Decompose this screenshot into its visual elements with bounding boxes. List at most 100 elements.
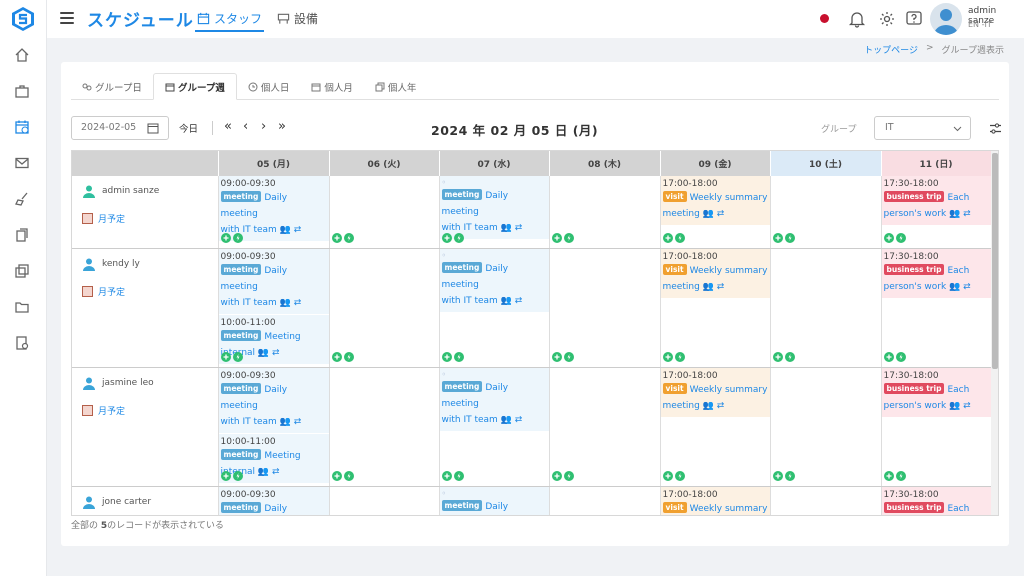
tab-group-day[interactable]: グループ日 [71, 73, 153, 100]
menu-icon[interactable] [60, 12, 74, 24]
mail-icon[interactable] [12, 153, 32, 173]
today-button[interactable]: 今日 [179, 121, 198, 135]
prev-week-button[interactable]: « [224, 119, 232, 134]
day-cell[interactable]: 17:00-18:00 visit Weekly summary meeting … [660, 176, 771, 249]
quick-add-icon[interactable] [895, 351, 906, 362]
next-day-button[interactable]: › [261, 119, 266, 134]
filter-settings-icon[interactable] [989, 122, 1002, 135]
day-cell[interactable]: 17:30-18:00 business trip Each person's w… [881, 176, 992, 249]
quick-add-icon[interactable] [674, 232, 685, 243]
group-select[interactable]: IT [874, 116, 971, 140]
day-cell[interactable] [329, 176, 440, 249]
quick-add-icon[interactable] [453, 470, 464, 481]
day-cell[interactable]: 09:00-09:30 meetingDaily meeting [218, 486, 330, 515]
folder-icon[interactable] [12, 297, 32, 317]
user-entry[interactable]: admin sanze [82, 184, 218, 198]
event[interactable]: 17:30-18:00 business trip Each person's w… [881, 176, 991, 225]
event[interactable]: ◦ meeting Daily meeting with IT team 👥 ⇄ [439, 367, 549, 431]
quick-add-icon[interactable] [232, 470, 243, 481]
day-cell[interactable] [329, 248, 440, 368]
files-icon[interactable] [12, 261, 32, 281]
breadcrumb-home[interactable]: トップページ [864, 43, 918, 56]
tab-personal-year[interactable]: 個人年 [364, 73, 428, 100]
home-icon[interactable] [12, 45, 32, 65]
add-icon[interactable] [883, 470, 894, 481]
add-icon[interactable] [772, 470, 783, 481]
quick-add-icon[interactable] [784, 351, 795, 362]
day-cell[interactable] [549, 486, 661, 515]
event[interactable]: 17:30-18:00 business trip Each person's w… [881, 248, 991, 298]
add-icon[interactable] [441, 470, 452, 481]
day-cell[interactable] [770, 367, 882, 487]
add-icon[interactable] [441, 351, 452, 362]
day-cell[interactable]: 17:00-18:00 visit Weekly summary [660, 486, 771, 515]
day-cell[interactable] [549, 248, 661, 368]
event[interactable]: ◦ meeting Daily meeting with IT team 👥 ⇄ [439, 248, 549, 312]
user-entry[interactable]: jone carter [82, 495, 218, 509]
event[interactable]: 09:00-09:30 meeting Daily meeting with IT… [218, 367, 329, 433]
quick-add-icon[interactable] [563, 232, 574, 243]
next-week-button[interactable]: » [278, 119, 286, 134]
add-icon[interactable] [220, 470, 231, 481]
month-plan-link[interactable]: 月予定 [82, 212, 218, 225]
gear-icon[interactable] [878, 10, 896, 28]
add-icon[interactable] [331, 351, 342, 362]
avatar[interactable] [930, 3, 962, 35]
calendar-icon[interactable] [147, 122, 159, 134]
quick-add-icon[interactable] [343, 232, 354, 243]
prev-day-button[interactable]: ‹ [243, 119, 248, 134]
day-cell[interactable]: 17:00-18:00 visit Weekly summary meeting … [660, 367, 771, 487]
add-icon[interactable] [220, 232, 231, 243]
event[interactable]: 17:30-18:00 business trip Each person's w… [881, 367, 991, 417]
quick-add-icon[interactable] [453, 232, 464, 243]
add-icon[interactable] [772, 232, 783, 243]
day-cell[interactable]: 09:00-09:30 meeting Daily meeting with IT… [218, 367, 330, 487]
event[interactable]: 09:00-09:30 meeting Daily meeting with IT… [218, 248, 329, 314]
nav-staff-tab[interactable]: スタッフ [195, 10, 265, 32]
add-icon[interactable] [441, 232, 452, 243]
event[interactable]: 17:00-18:00 visit Weekly summary meeting … [660, 248, 770, 298]
tab-personal-day[interactable]: 個人日 [237, 73, 301, 100]
quick-add-icon[interactable] [784, 470, 795, 481]
event[interactable]: 17:00-18:00 visit Weekly summary meeting … [660, 176, 770, 225]
event[interactable]: ◦ meetingDaily meeting [439, 486, 549, 515]
quick-add-icon[interactable] [895, 470, 906, 481]
quick-add-icon[interactable] [895, 232, 906, 243]
broom-icon[interactable] [12, 189, 32, 209]
quick-add-icon[interactable] [674, 351, 685, 362]
add-icon[interactable] [883, 232, 894, 243]
quick-add-icon[interactable] [784, 232, 795, 243]
language-flag-icon[interactable] [820, 14, 829, 23]
quick-add-icon[interactable] [343, 470, 354, 481]
quick-add-icon[interactable] [343, 351, 354, 362]
add-icon[interactable] [551, 470, 562, 481]
day-cell[interactable] [329, 367, 440, 487]
scrollbar-thumb[interactable] [992, 153, 998, 369]
user-entry[interactable]: kendy ly [82, 257, 218, 271]
add-icon[interactable] [331, 232, 342, 243]
day-cell[interactable]: ◦ meetingDaily meeting [439, 486, 550, 515]
tab-group-week[interactable]: グループ週 [152, 73, 237, 100]
quick-add-icon[interactable] [232, 351, 243, 362]
add-icon[interactable] [331, 470, 342, 481]
quick-add-icon[interactable] [563, 351, 574, 362]
day-cell[interactable]: 17:00-18:00 visit Weekly summary meeting … [660, 248, 771, 368]
event[interactable]: 09:00-09:30 meeting Daily meeting with IT… [218, 176, 329, 241]
add-icon[interactable] [662, 470, 673, 481]
day-cell[interactable] [549, 176, 661, 249]
event[interactable]: ◦ meeting Daily meeting with IT team 👥 ⇄ [439, 176, 549, 239]
help-icon[interactable] [905, 10, 923, 28]
day-cell[interactable] [770, 176, 882, 249]
user-entry[interactable]: jasmine leo [82, 376, 218, 390]
quick-add-icon[interactable] [453, 351, 464, 362]
event[interactable]: 09:00-09:30 meetingDaily meeting [218, 486, 329, 515]
month-plan-link[interactable]: 月予定 [82, 285, 218, 298]
grid-scrollbar[interactable] [991, 151, 998, 515]
day-cell[interactable] [329, 486, 440, 515]
day-cell[interactable] [770, 486, 882, 515]
tab-personal-month[interactable]: 個人月 [300, 73, 364, 100]
event[interactable]: 17:00-18:00 visit Weekly summary [660, 486, 770, 515]
event[interactable]: 17:30-18:00 business trip Each [881, 486, 991, 515]
quick-add-icon[interactable] [674, 470, 685, 481]
day-cell[interactable]: ◦ meeting Daily meeting with IT team 👥 ⇄ [439, 176, 550, 249]
